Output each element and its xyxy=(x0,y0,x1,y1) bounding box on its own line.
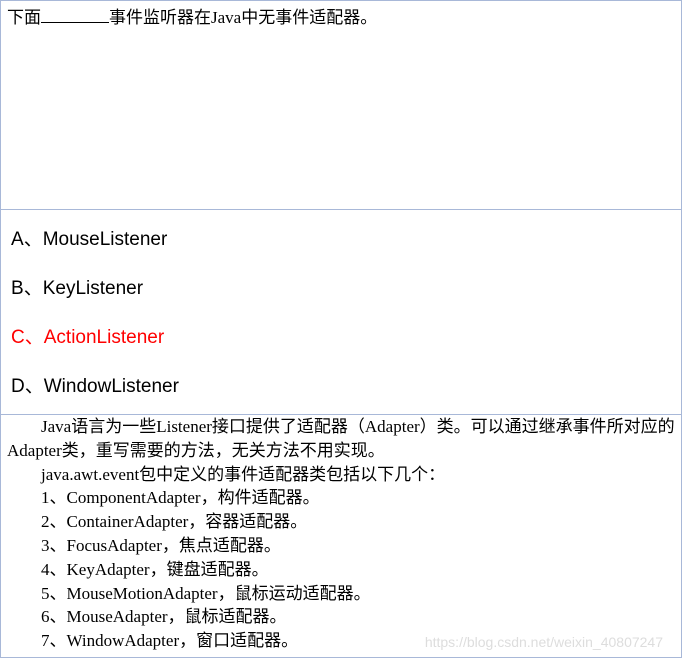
option-text: WindowListener xyxy=(44,376,179,397)
option-sep: 、 xyxy=(24,229,43,250)
option-b[interactable]: B、KeyListener xyxy=(11,273,671,300)
explanation-box: Java语言为一些Listener接口提供了适配器（Adapter）类。可以通过… xyxy=(0,415,682,658)
option-letter: C xyxy=(11,327,25,348)
option-letter: B xyxy=(11,278,24,299)
explanation-item: 4、KeyAdapter，键盘适配器。 xyxy=(7,558,675,582)
explanation-line2: java.awt.event包中定义的事件适配器类包括以下几个： xyxy=(7,463,675,487)
option-letter: D xyxy=(11,376,25,397)
explanation-item: 2、ContainerAdapter，容器适配器。 xyxy=(7,510,675,534)
explanation-line1: Java语言为一些Listener接口提供了适配器（Adapter）类。可以通过… xyxy=(7,415,675,463)
question-box: 下面 事件监听器在Java中无事件适配器。 xyxy=(0,0,682,210)
explanation-item: 6、MouseAdapter，鼠标适配器。 xyxy=(7,605,675,629)
options-area: A、MouseListener B、KeyListener C、ActionLi… xyxy=(0,210,682,415)
option-sep: 、 xyxy=(24,278,43,299)
option-sep: 、 xyxy=(25,376,44,397)
explanation-item: 1、ComponentAdapter，构件适配器。 xyxy=(7,486,675,510)
question-blank xyxy=(41,6,109,23)
option-text: KeyListener xyxy=(43,278,143,299)
explanation-item: 3、FocusAdapter，焦点适配器。 xyxy=(7,534,675,558)
explanation-item: 5、MouseMotionAdapter，鼠标运动适配器。 xyxy=(7,582,675,606)
question-suffix: 事件监听器在Java中无事件适配器。 xyxy=(109,8,377,27)
option-c[interactable]: C、ActionListener xyxy=(11,322,671,349)
option-d[interactable]: D、WindowListener xyxy=(11,371,671,398)
watermark: https://blog.csdn.net/weixin_40807247 xyxy=(425,633,663,653)
option-sep: 、 xyxy=(25,327,44,348)
question-prefix: 下面 xyxy=(7,8,41,27)
option-a[interactable]: A、MouseListener xyxy=(11,224,671,251)
option-letter: A xyxy=(11,229,24,250)
option-text: MouseListener xyxy=(43,229,168,250)
option-text: ActionListener xyxy=(44,327,164,348)
explanation-text: Java语言为一些Listener接口提供了适配器（Adapter）类。可以通过… xyxy=(7,417,675,460)
